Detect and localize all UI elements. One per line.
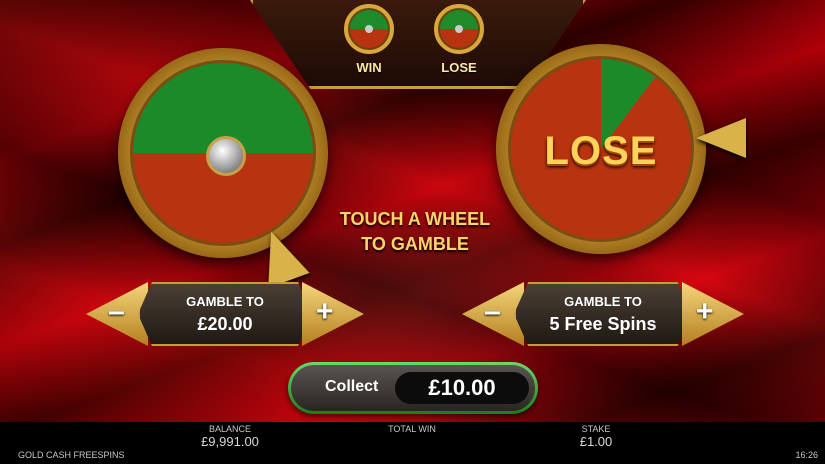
gamble-value: £20.00 bbox=[197, 314, 253, 334]
clock: 16:26 bbox=[795, 450, 818, 460]
minus-icon: – bbox=[484, 295, 501, 328]
collect-label: Collect bbox=[325, 378, 379, 395]
wheel-face: LOSE bbox=[508, 56, 694, 242]
plus-icon: + bbox=[696, 295, 714, 328]
instruction-text: TOUCH A WHEEL TO GAMBLE bbox=[300, 207, 530, 257]
legend-lose: LOSE bbox=[429, 4, 489, 75]
wheel-face bbox=[130, 60, 316, 246]
gamble-control-right: – GAMBLE TO 5 Free Spins + bbox=[462, 282, 744, 348]
gamble-label: GAMBLE TO bbox=[564, 294, 642, 309]
legend-lose-wheel-icon bbox=[434, 4, 484, 54]
legend-win: WIN bbox=[339, 4, 399, 75]
gamble-value: 5 Free Spins bbox=[549, 314, 657, 334]
wheel-pointer-icon bbox=[696, 118, 746, 158]
legend-lose-label: LOSE bbox=[441, 60, 477, 75]
wheel-hub-icon bbox=[206, 136, 246, 176]
legend-win-label: WIN bbox=[356, 60, 382, 75]
increase-gamble-button[interactable]: + bbox=[302, 282, 364, 346]
instruction-line-1: TOUCH A WHEEL bbox=[339, 209, 491, 229]
balance-label: BALANCE bbox=[208, 424, 252, 434]
instruction-line-2: TO GAMBLE bbox=[361, 234, 469, 254]
collect-button[interactable]: Collect £10.00 bbox=[288, 362, 538, 414]
stake: STAKE £1.00 bbox=[546, 424, 646, 449]
plus-icon: + bbox=[316, 295, 334, 328]
gamble-label: GAMBLE TO bbox=[186, 294, 264, 309]
gamble-control-left: – GAMBLE TO £20.00 + bbox=[86, 282, 364, 348]
legend-win-wheel-icon bbox=[344, 4, 394, 54]
balance: BALANCE £9,991.00 bbox=[180, 424, 280, 449]
collect-button-body: Collect £10.00 bbox=[291, 365, 535, 411]
game-stage: WIN LOSE LOSE TOUCH A WHEEL TO GAMBLE – … bbox=[0, 0, 825, 422]
total-win-label: TOTAL WIN bbox=[388, 424, 436, 434]
stake-value: £1.00 bbox=[579, 434, 613, 449]
collect-amount: £10.00 bbox=[395, 372, 529, 404]
gamble-wheel-left[interactable] bbox=[118, 48, 328, 258]
total-win: TOTAL WIN bbox=[362, 424, 462, 434]
balance-value: £9,991.00 bbox=[201, 434, 259, 449]
wheel-result-text: LOSE bbox=[544, 129, 658, 173]
minus-icon: – bbox=[108, 295, 125, 328]
stake-label: STAKE bbox=[581, 424, 611, 434]
gamble-target-box: GAMBLE TO £20.00 bbox=[138, 282, 312, 346]
status-bar: GOLD CASH FREESPINS BALANCE £9,991.00 TO… bbox=[0, 422, 825, 464]
increase-gamble-button[interactable]: + bbox=[682, 282, 744, 346]
game-name: GOLD CASH FREESPINS bbox=[18, 450, 125, 460]
gamble-target-box: GAMBLE TO 5 Free Spins bbox=[514, 282, 692, 346]
